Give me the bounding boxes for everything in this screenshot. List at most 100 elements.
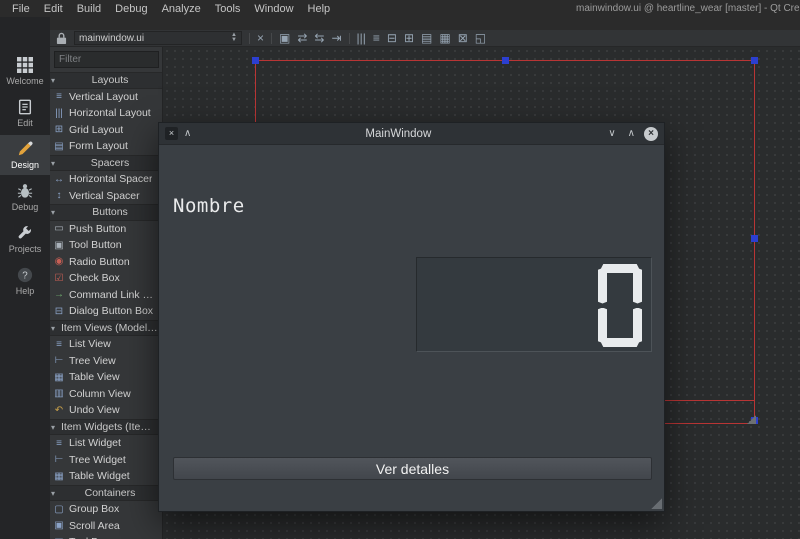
widget-item-tool-button[interactable]: ▣ Tool Button: [50, 237, 162, 254]
lock-icon[interactable]: [56, 32, 67, 45]
close-document-icon[interactable]: ×: [257, 31, 264, 46]
layout-splitter-vertical-icon[interactable]: ⊞: [404, 31, 414, 46]
widget-category-layouts[interactable]: ▾ Layouts: [50, 72, 162, 89]
widget-item-list-widget[interactable]: ≡ List Widget: [50, 435, 162, 452]
edit-buddies-icon[interactable]: ⇆: [314, 31, 324, 46]
svg-text:?: ?: [22, 271, 28, 282]
widget-item-tree-widget[interactable]: ⊢ Tree Widget: [50, 452, 162, 469]
layout-form-icon[interactable]: ▤: [421, 31, 432, 46]
widget-filter-input[interactable]: [54, 51, 159, 68]
widget-item-tool-box[interactable]: ▤ Tool Box: [50, 534, 162, 539]
widget-item-label: Horizontal Layout: [69, 107, 151, 120]
menu-tools[interactable]: Tools: [208, 2, 248, 16]
widget-item-check-box[interactable]: ☑ Check Box: [50, 270, 162, 287]
widget-item-column-view[interactable]: ▥ Column View: [50, 386, 162, 403]
unshade-button-icon[interactable]: ∧: [625, 128, 638, 139]
widget-category-item-views[interactable]: ▾ Item Views (Model-Based): [50, 319, 162, 336]
widget-item-table-view[interactable]: ▦ Table View: [50, 369, 162, 386]
mode-edit[interactable]: Edit: [0, 93, 50, 133]
menu-edit[interactable]: Edit: [37, 2, 70, 16]
widget-item-scroll-area[interactable]: ▣ Scroll Area: [50, 518, 162, 535]
mode-help[interactable]: ? Help: [0, 261, 50, 301]
mode-projects[interactable]: Projects: [0, 219, 50, 259]
widget-item-table-widget[interactable]: ▦ Table Widget: [50, 468, 162, 485]
menu-analyze[interactable]: Analyze: [155, 2, 208, 16]
table-widget-icon: ▦: [54, 470, 64, 482]
layout-horizontally-icon[interactable]: |||: [357, 31, 366, 46]
widget-item-list-view[interactable]: ≡ List View: [50, 336, 162, 353]
menu-window[interactable]: Window: [247, 2, 300, 16]
adjust-size-icon[interactable]: ◱: [475, 31, 486, 46]
mode-label: Projects: [8, 244, 42, 254]
mode-welcome[interactable]: Welcome: [0, 51, 50, 91]
widget-item-vertical-layout[interactable]: ≡ Vertical Layout: [50, 89, 162, 106]
menu-debug[interactable]: Debug: [108, 2, 154, 16]
widget-item-group-box[interactable]: ▢ Group Box: [50, 501, 162, 518]
form-preview-window[interactable]: × ∧ MainWindow ∨ ∧ × Nombre Ver detalles: [158, 122, 665, 512]
tree-widget-icon: ⊢: [54, 454, 64, 466]
pin-icon[interactable]: ∧: [184, 128, 191, 139]
selection-handle-top-right[interactable]: [751, 57, 758, 64]
shade-button-icon[interactable]: ∨: [605, 128, 618, 139]
mode-label: Help: [15, 286, 35, 296]
widget-item-label: Tool Button: [69, 239, 122, 252]
widget-category-containers[interactable]: ▾ Containers: [50, 484, 162, 501]
document-selector[interactable]: mainwindow.ui ▲ ▼: [74, 31, 242, 45]
preview-resize-grip[interactable]: [651, 498, 662, 509]
widget-category-label: Containers: [84, 486, 136, 499]
mode-design[interactable]: Design: [0, 135, 50, 175]
document-selector-value: mainwindow.ui: [79, 32, 145, 44]
ver-detalles-button[interactable]: Ver detalles: [173, 457, 652, 480]
preview-titlebar[interactable]: × ∧ MainWindow ∨ ∧ ×: [159, 123, 664, 145]
widget-item-label: Vertical Spacer: [69, 189, 140, 202]
mode-sidebar: Welcome Edit Design Debug Projects ? Hel…: [0, 17, 50, 539]
widget-item-vertical-spacer[interactable]: ↕ Vertical Spacer: [50, 188, 162, 205]
layout-grid-icon[interactable]: ▦: [439, 31, 450, 46]
nombre-label: Nombre: [173, 195, 245, 217]
widget-item-undo-view[interactable]: ↶ Undo View: [50, 402, 162, 419]
menu-build[interactable]: Build: [70, 2, 108, 16]
break-layout-icon[interactable]: ⊠: [458, 31, 468, 46]
push-button-icon: ▭: [54, 223, 64, 235]
debug-bug-icon: [17, 182, 33, 200]
edit-document-icon: [17, 98, 33, 116]
widget-item-horizontal-layout[interactable]: ||| Horizontal Layout: [50, 105, 162, 122]
layout-vertically-icon[interactable]: ≡: [373, 31, 380, 46]
widget-item-dialog-button-box[interactable]: ⊟ Dialog Button Box: [50, 303, 162, 320]
menu-file[interactable]: File: [5, 2, 37, 16]
selection-handle-middle-right[interactable]: [751, 235, 758, 242]
selection-handle-top-left[interactable]: [252, 57, 259, 64]
lcd-number-display[interactable]: [416, 257, 652, 352]
layout-splitter-horizontal-icon[interactable]: ⊟: [387, 31, 397, 46]
widget-item-push-button[interactable]: ▭ Push Button: [50, 221, 162, 238]
horizontal-spacer-icon: ↔: [54, 173, 64, 185]
widget-item-grid-layout[interactable]: ⊞ Grid Layout: [50, 122, 162, 139]
widget-item-horizontal-spacer[interactable]: ↔ Horizontal Spacer: [50, 171, 162, 188]
widget-category-label: Layouts: [91, 74, 129, 86]
form-size-grip[interactable]: [746, 414, 756, 424]
widget-item-form-layout[interactable]: ▤ Form Layout: [50, 138, 162, 155]
widget-category-spacers[interactable]: ▾ Spacers: [50, 154, 162, 171]
widget-item-radio-button[interactable]: ◉ Radio Button: [50, 254, 162, 271]
lcd-segment: [633, 307, 642, 343]
widget-item-label: Tree Widget: [69, 453, 126, 466]
menu-help[interactable]: Help: [301, 2, 338, 16]
widget-category-buttons[interactable]: ▾ Buttons: [50, 204, 162, 221]
edit-tab-order-icon[interactable]: ⇥: [331, 31, 341, 46]
widget-item-tree-view[interactable]: ⊢ Tree View: [50, 353, 162, 370]
vertical-spacer-icon: ↕: [56, 190, 62, 202]
edit-signals-slots-icon[interactable]: ⇄: [297, 31, 307, 46]
selection-handle-top-center[interactable]: [502, 57, 509, 64]
toolbar-separator: [271, 32, 273, 44]
widget-category-item-widgets[interactable]: ▾ Item Widgets (Item-Based): [50, 418, 162, 435]
edit-widgets-icon[interactable]: ▣: [279, 31, 290, 46]
radio-button-icon: ◉: [54, 256, 64, 268]
widget-category-label: Item Widgets (Item-Based): [61, 420, 159, 433]
mode-debug[interactable]: Debug: [0, 177, 50, 217]
close-button-icon[interactable]: ×: [644, 126, 658, 141]
spinner-arrows-icon[interactable]: ▲ ▼: [231, 32, 237, 43]
form-window-icon: ×: [165, 127, 178, 140]
scroll-area-icon: ▣: [54, 520, 64, 532]
widget-item-label: Command Link Button: [69, 288, 159, 301]
widget-item-command-link-button[interactable]: → Command Link Button: [50, 287, 162, 304]
